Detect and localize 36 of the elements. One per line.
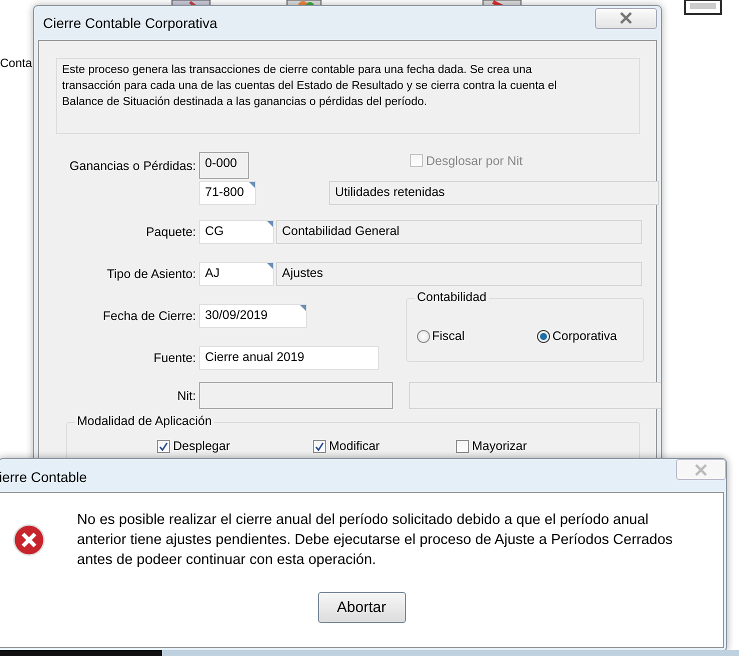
radio-option[interactable]: Fiscal (417, 329, 465, 343)
account-code-field[interactable]: 71-800 (199, 180, 256, 204)
error-message: No es posible realizar el cierre anual del período solicitado debido a que el período anual anterior tiene ajustes pendientes. Debe ejecutarse el proceso de Ajuste a Períodos Cerrados antes de podeer continuar con esta operación. (77, 511, 674, 570)
radio-option[interactable]: Corporativa (537, 329, 617, 343)
error-icon (13, 524, 45, 556)
field-label: Paquete: (144, 224, 197, 238)
mode-checkbox[interactable]: Desplegar (157, 439, 313, 453)
close-icon (619, 12, 633, 24)
field-label: Fecha de Cierre: (102, 308, 197, 322)
field-label: Nit: (176, 388, 197, 402)
mode-checkbox[interactable]: Modificar (313, 439, 456, 453)
window-title: ierre Contable (0, 469, 87, 485)
window-title: Cierre Contable Corporativa (43, 15, 218, 31)
prefix-field[interactable]: 0-000 (199, 152, 249, 179)
group-title: Modalidad de Aplicación (75, 414, 214, 428)
check-icon (159, 442, 168, 450)
field-label: Tipo de Asiento: (106, 266, 197, 280)
date-field[interactable]: 30/09/2019 (199, 304, 307, 328)
field-label: Ganancias o Pérdidas: (68, 158, 197, 172)
entry-type-code-field[interactable]: AJ (199, 262, 274, 286)
package-code-field[interactable]: CG (199, 220, 274, 244)
nit-field[interactable] (199, 382, 393, 409)
mode-checkbox[interactable]: Mayorizar (456, 439, 612, 453)
check-icon (315, 442, 324, 450)
package-name-field: Contabilidad General (276, 220, 642, 244)
abort-button[interactable]: Abortar (318, 592, 406, 623)
entry-type-name-field: Ajustes (276, 262, 642, 286)
desktop-icon-label: Conta (0, 56, 32, 70)
monitor-icon[interactable] (684, 0, 724, 16)
close-icon (694, 464, 708, 476)
close-button[interactable] (595, 8, 657, 28)
account-name-field: Utilidades retenidas (329, 180, 659, 204)
source-field[interactable]: Cierre anual 2019 (199, 346, 379, 370)
description-text: Este proceso genera las transacciones de cierre contable para una fecha dada. Se crea una transacción para cada una de las cuentas del Estado de Resultado y se cierra contra la cuenta el Balance de Situación destinada a las ganancias o pérdidas del período. (56, 58, 640, 134)
field-label: Fuente: (152, 350, 197, 364)
group-title: Contabilidad (415, 290, 488, 304)
